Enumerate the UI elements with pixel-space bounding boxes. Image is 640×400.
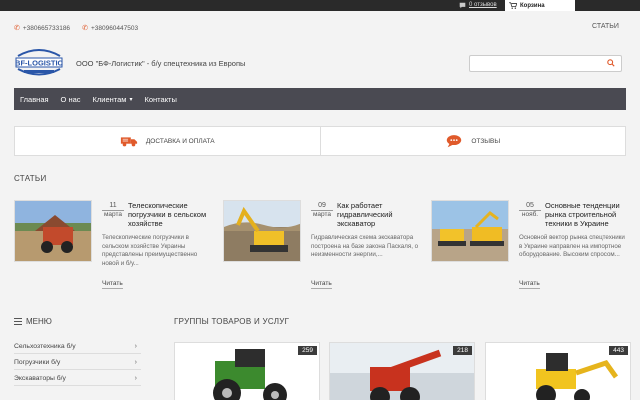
article-day: 05	[526, 202, 534, 209]
chat-bubble-icon	[447, 135, 462, 148]
nav-label: Контакты	[144, 94, 177, 104]
cart-button[interactable]: Корзина	[505, 0, 575, 11]
article-title[interactable]: Основные тенденции рынка строительной те…	[545, 201, 635, 228]
comment-icon	[459, 2, 466, 9]
article-image[interactable]	[431, 200, 509, 262]
group-card[interactable]: 259	[174, 342, 320, 400]
article-date: 11 марта	[102, 202, 124, 218]
article-image[interactable]	[14, 200, 92, 262]
reviews-service-link[interactable]: ОТЗЫВЫ	[319, 127, 626, 155]
group-count-badge: 443	[609, 346, 628, 355]
article-day: 11	[109, 202, 117, 209]
phone-icon: ✆	[82, 25, 88, 32]
article-title[interactable]: Как работает гидравлический экскаватор	[337, 201, 427, 228]
read-more-link[interactable]: Читать	[311, 280, 332, 289]
article-date: 05 нояб.	[519, 202, 541, 218]
delivery-link[interactable]: ДОСТАВКА И ОПЛАТА	[15, 127, 320, 155]
services-bar: ДОСТАВКА И ОПЛАТА ОТЗЫВЫ	[14, 126, 626, 156]
groups-heading: ГРУППЫ ТОВАРОВ И УСЛУГ	[174, 317, 290, 326]
nav-item-about[interactable]: О нас	[55, 95, 87, 104]
category-menu: Сельхозтехника б/у › Погрузчики б/у › Экск…	[14, 340, 141, 388]
phone-2-number: +380960447503	[90, 24, 139, 32]
read-more-link[interactable]: Читать	[102, 280, 123, 289]
phone-1[interactable]: ✆ +380665733186	[14, 24, 71, 33]
company-tagline: ООО "БФ-Логистик" - б/у спецтехника из Е…	[76, 59, 246, 68]
menu-item-label: Погрузчики б/у	[14, 359, 61, 366]
phone-1-number: +380665733186	[22, 24, 71, 32]
menu-title: МЕНЮ	[26, 317, 52, 326]
main-nav: Главная О нас Клиентам ▾ Контакты	[14, 88, 626, 110]
article-month: нояб.	[519, 210, 541, 218]
menu-item[interactable]: Погрузчики б/у ›	[14, 356, 141, 370]
articles-heading: СТАТЬИ	[14, 174, 47, 183]
menu-item[interactable]: Экскаваторы б/у ›	[14, 372, 141, 386]
menu-item[interactable]: Сельхозтехника б/у ›	[14, 340, 141, 354]
chevron-right-icon: ›	[134, 375, 137, 382]
chevron-right-icon: ›	[134, 343, 137, 350]
nav-label: О нас	[60, 94, 81, 104]
article-card: 11 марта Телескопические погрузчики в се…	[14, 198, 214, 298]
site-logo[interactable]: BF-LOGISTIC	[14, 46, 64, 82]
search-input[interactable]	[469, 55, 622, 72]
article-title[interactable]: Телескопические погрузчики в сельском хо…	[128, 201, 218, 228]
group-card[interactable]: 218	[329, 342, 475, 400]
hamburger-icon	[14, 318, 22, 325]
menu-heading: МЕНЮ	[14, 317, 52, 326]
nav-label: Главная	[20, 94, 49, 104]
read-more-link[interactable]: Читать	[519, 280, 540, 289]
menu-item-label: Сельхозтехника б/у	[14, 343, 76, 350]
search-icon[interactable]	[607, 59, 616, 68]
group-count-badge: 259	[298, 346, 317, 355]
cart-label: Корзина	[520, 2, 545, 9]
nav-label: Клиентам	[92, 94, 127, 104]
reviews-service-label: ОТЗЫВЫ	[471, 137, 501, 145]
phone-icon: ✆	[14, 25, 20, 32]
group-count-badge: 218	[453, 346, 472, 355]
article-month: марта	[311, 210, 333, 218]
article-day: 09	[318, 202, 326, 209]
phone-list: ✆ +380665733186 ✆ +380960447503	[14, 22, 138, 34]
article-card: 09 марта Как работает гидравлический экс…	[223, 198, 423, 298]
product-groups: 259 218 443	[174, 340, 631, 400]
logo-image: BF-LOGISTIC	[15, 49, 64, 76]
logo-text: BF-LOGISTIC	[15, 59, 63, 68]
nav-item-contacts[interactable]: Контакты	[138, 95, 182, 104]
article-desc: Основной вектор рынка спецтехники в Укра…	[519, 234, 625, 258]
cart-icon	[509, 2, 517, 9]
nav-item-home[interactable]: Главная	[14, 95, 55, 104]
top-bar: 0 отзывов Корзина	[0, 0, 640, 11]
truck-icon	[120, 137, 138, 147]
reviews-label: 0 отзывов	[469, 2, 497, 8]
group-card[interactable]: 443	[485, 342, 631, 400]
article-date: 09 марта	[311, 202, 333, 218]
delivery-label: ДОСТАВКА И ОПЛАТА	[145, 137, 215, 145]
chevron-down-icon: ▾	[129, 96, 133, 103]
reviews-link[interactable]: 0 отзывов	[453, 0, 503, 11]
chevron-right-icon: ›	[134, 359, 137, 366]
article-image[interactable]	[223, 200, 301, 262]
article-desc: Гидравлическая схема экскаватора построе…	[311, 234, 419, 258]
nav-item-clients[interactable]: Клиентам ▾	[87, 95, 139, 104]
article-desc: Телескопические погрузчики в сельском хо…	[102, 234, 198, 267]
article-card: 05 нояб. Основные тенденции рынка строит…	[431, 198, 631, 298]
articles-top-link[interactable]: СТАТЬИ	[592, 23, 619, 30]
article-month: марта	[102, 210, 124, 218]
menu-item-label: Экскаваторы б/у	[14, 375, 66, 382]
phone-2[interactable]: ✆ +380960447503	[82, 24, 139, 33]
